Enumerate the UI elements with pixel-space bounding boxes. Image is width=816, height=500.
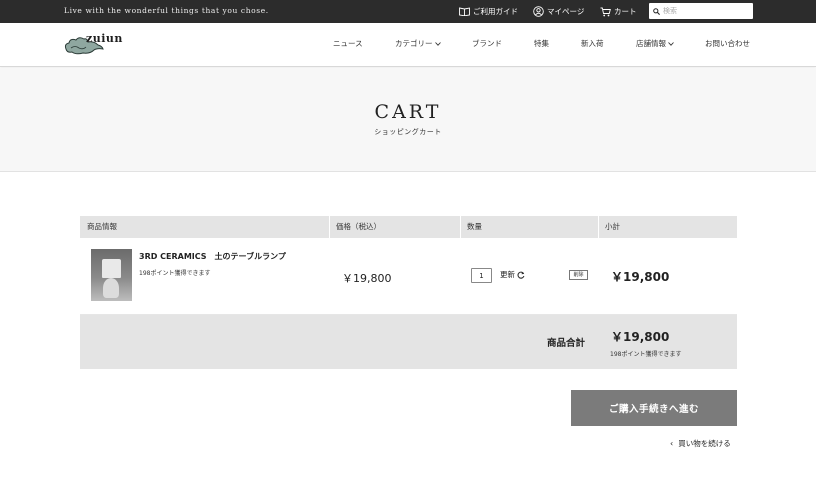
nav-store-info-label: 店舗情報 xyxy=(636,39,666,48)
nav-contact-label: お問い合わせ xyxy=(705,39,750,48)
nav-contact[interactable]: お問い合わせ xyxy=(705,38,750,49)
nav-news[interactable]: ニュース xyxy=(333,38,363,49)
cart-icon xyxy=(600,7,611,16)
cart-link-label: カート xyxy=(614,7,637,16)
search-icon xyxy=(653,7,660,15)
product-price: ￥19,800 xyxy=(342,272,392,285)
tagline: Live with the wonderful things that you … xyxy=(64,6,269,15)
guide-link-label: ご利用ガイド xyxy=(473,7,518,16)
delete-button[interactable]: 削除 xyxy=(569,270,588,280)
nav-brand-label: ブランド xyxy=(472,39,502,48)
total-amount: ￥19,800 xyxy=(611,330,670,344)
nav-new-arrivals-label: 新入荷 xyxy=(581,39,604,48)
quantity-input[interactable] xyxy=(471,268,492,283)
top-bar: Live with the wonderful things that you … xyxy=(0,0,816,23)
item-subtotal: ￥19,800 xyxy=(611,270,670,284)
logo[interactable]: zuiun xyxy=(64,31,128,57)
page-title: CART xyxy=(374,101,442,123)
page-subtitle: ショッピングカート xyxy=(374,128,442,136)
total-label: 商品合計 xyxy=(547,338,586,349)
product-thumbnail[interactable] xyxy=(91,249,132,301)
product-name-link[interactable]: 3RD CERAMICS 土のテーブルランプ xyxy=(139,251,286,262)
search-input[interactable] xyxy=(663,5,747,17)
nav-feature-label: 特集 xyxy=(534,39,549,48)
total-points: 198ポイント獲得できます xyxy=(610,351,682,358)
nav-news-label: ニュース xyxy=(333,39,363,48)
cart-table-header: 商品情報 価格（税込） 数量 小計 xyxy=(80,216,737,238)
column-header-subtotal: 小計 xyxy=(605,222,620,231)
update-button[interactable]: 更新 xyxy=(500,269,525,280)
lamp-base-shape xyxy=(103,278,119,298)
chevron-down-icon xyxy=(668,41,674,46)
cart-link[interactable]: カート xyxy=(600,0,637,23)
nav-feature[interactable]: 特集 xyxy=(534,38,549,49)
update-label: 更新 xyxy=(500,270,515,279)
column-header-quantity: 数量 xyxy=(467,222,482,231)
continue-shopping-label: 買い物を続ける xyxy=(678,439,731,448)
refresh-icon xyxy=(517,271,525,279)
nav-brand[interactable]: ブランド xyxy=(472,38,502,49)
search-box[interactable] xyxy=(649,3,753,19)
site-header: zuiun ニュース カテゴリー ブランド 特集 新入荷 店舗情報 お問い合わせ xyxy=(0,23,816,67)
cart-item-row: 3RD CERAMICS 土のテーブルランプ 198ポイント獲得できます ￥19… xyxy=(80,238,737,315)
book-icon xyxy=(459,7,470,16)
page-hero: CART ショッピングカート xyxy=(0,68,816,172)
nav-category-label: カテゴリー xyxy=(395,39,433,48)
guide-link[interactable]: ご利用ガイド xyxy=(459,0,518,23)
mypage-link-label: マイページ xyxy=(547,7,585,16)
checkout-button[interactable]: ご購入手続きへ進む xyxy=(571,390,737,426)
logo-text: zuiun xyxy=(86,32,123,45)
nav-store-info[interactable]: 店舗情報 xyxy=(636,38,674,49)
lamp-shade-shape xyxy=(102,259,121,278)
mypage-link[interactable]: マイページ xyxy=(533,0,584,23)
product-points: 198ポイント獲得できます xyxy=(139,270,211,277)
column-header-price: 価格（税込） xyxy=(336,222,381,231)
cart-total-row: 商品合計 ￥19,800 198ポイント獲得できます xyxy=(80,315,737,369)
nav-category[interactable]: カテゴリー xyxy=(395,38,441,49)
continue-shopping-link[interactable]: ‹ 買い物を続ける xyxy=(670,438,731,449)
chevron-left-icon: ‹ xyxy=(670,439,674,448)
chevron-down-icon xyxy=(434,41,441,46)
column-header-product: 商品情報 xyxy=(87,222,117,231)
nav-new-arrivals[interactable]: 新入荷 xyxy=(581,38,604,49)
user-icon xyxy=(533,6,544,17)
